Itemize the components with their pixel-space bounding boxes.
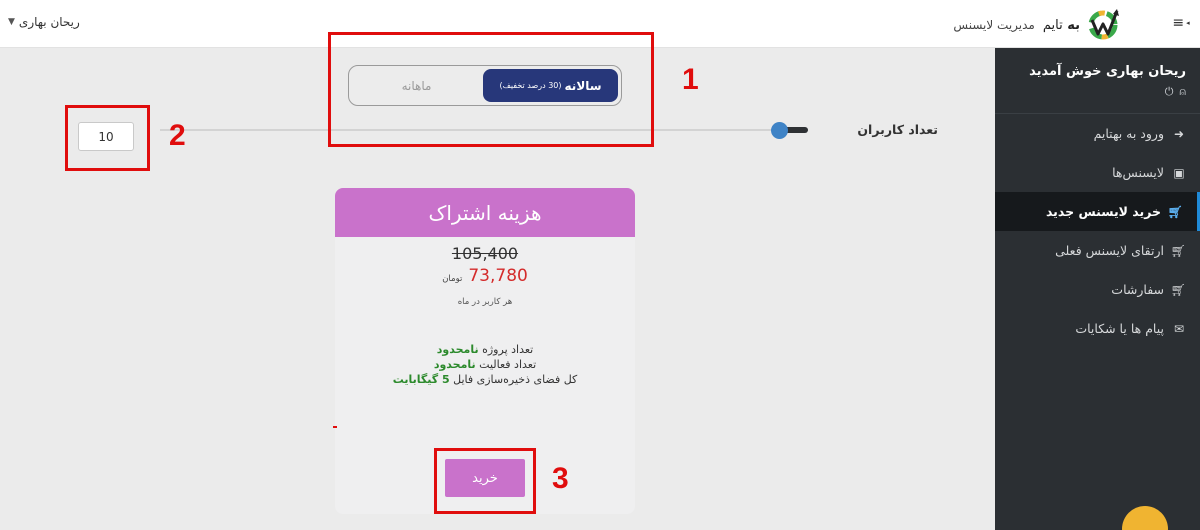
feature-list: تعداد پروژه نامحدود تعداد فعالیت نامحدود… <box>335 342 635 387</box>
user-menu-dropdown[interactable]: ریحان بهاری ▼ <box>8 15 80 29</box>
sidebar-item-messages-complaints[interactable]: ✉ پیام ها یا شکایات <box>995 309 1200 348</box>
annotation-number-2: 2 <box>169 119 186 152</box>
feature-value: نامحدود <box>433 358 476 371</box>
sidebar-toggle-button[interactable]: ≡ ◂ <box>1170 13 1192 33</box>
sidebar-nav: ➜ ورود به بهتایم ▣ لایسنس‌ها 🛒︎ خرید لای… <box>995 114 1200 348</box>
red-mark <box>333 426 337 428</box>
annotation-box-2 <box>65 105 150 171</box>
welcome-message: ریحان بهاری خوش آمدید <box>1029 64 1186 79</box>
sidebar-item-upgrade-license[interactable]: 🛒︎ ارتقای لایسنس فعلی <box>995 231 1200 270</box>
users-slider-thumb[interactable] <box>771 122 788 139</box>
sidebar-item-label: سفارشات <box>1111 282 1164 297</box>
feature-text: کل فضای ذخیره‌سازی فایل <box>453 373 578 386</box>
chat-support-bubble[interactable] <box>1122 506 1168 530</box>
user-profile-icon[interactable]: ⍝ <box>1179 85 1186 99</box>
id-card-icon: ▣ <box>1173 165 1185 180</box>
sign-in-icon: ➜ <box>1173 126 1185 141</box>
feature-text: تعداد پروژه <box>482 343 534 356</box>
sidebar-item-label: لایسنس‌ها <box>1112 165 1164 180</box>
sidebar-item-orders[interactable]: 🛒︎ سفارشات <box>995 270 1200 309</box>
brand-name-bold: به <box>1067 17 1080 33</box>
new-price: 73,780 <box>468 266 528 286</box>
caret-down-icon: ▼ <box>8 17 15 27</box>
feature-value: 5 گیگابایت <box>392 373 450 386</box>
menu-icon: ≡ <box>1172 15 1185 31</box>
feature-item: کل فضای ذخیره‌سازی فایل 5 گیگابایت <box>335 372 635 387</box>
sidebar-item-label: ارتقای لایسنس فعلی <box>1055 243 1164 258</box>
per-user-note: هر کاربر در ماه <box>457 297 513 307</box>
sidebar-item-licenses[interactable]: ▣ لایسنس‌ها <box>995 153 1200 192</box>
brand-name-rest: تایم <box>1042 17 1063 33</box>
brand-logo-link[interactable]: به تایم مدیریت لایسنس <box>953 8 1120 42</box>
power-icon[interactable]: ⏻ <box>1165 85 1174 99</box>
feature-item: تعداد پروژه نامحدود <box>335 342 635 357</box>
sidebar-item-label: ورود به بهتایم <box>1093 126 1164 141</box>
sidebar: ریحان بهاری خوش آمدید ⍝ ⏻ ➜ ورود به بهتا… <box>995 48 1200 530</box>
caret-left-icon: ◂ <box>1186 19 1190 27</box>
currency-label: تومان <box>442 274 463 284</box>
annotation-number-1: 1 <box>682 63 699 96</box>
cart-up-icon: 🛒︎ <box>1170 243 1186 258</box>
cart-icon: 🛒︎ <box>1170 282 1186 297</box>
feature-text: تعداد فعالیت <box>479 358 537 371</box>
brand-subtitle: مدیریت لایسنس <box>953 18 1035 32</box>
behtime-logo-icon <box>1088 9 1119 40</box>
feature-value: نامحدود <box>436 343 479 356</box>
feature-item: تعداد فعالیت نامحدود <box>335 357 635 372</box>
annotation-box-3 <box>434 448 536 514</box>
users-count-label: تعداد کاربران <box>857 122 938 137</box>
annotation-number-3: 3 <box>552 462 569 495</box>
sidebar-item-label: خرید لایسنس جدید <box>1045 204 1161 219</box>
brand-name: به تایم <box>1043 18 1080 33</box>
sidebar-item-buy-new-license[interactable]: 🛒︎ خرید لایسنس جدید <box>995 192 1200 231</box>
card-title: هزینه اشتراک <box>335 188 635 237</box>
new-price-row: 73,780 تومان <box>335 266 635 286</box>
old-price: 105,400 <box>451 244 519 263</box>
sidebar-item-label: پیام ها یا شکایات <box>1075 321 1164 336</box>
envelope-icon: ✉ <box>1173 321 1185 336</box>
welcome-actions: ⍝ ⏻ <box>995 79 1200 114</box>
annotation-box-1 <box>328 32 654 147</box>
user-menu-label: ریحان بهاری <box>18 15 80 29</box>
sidebar-item-login-behtime[interactable]: ➜ ورود به بهتایم <box>995 114 1200 153</box>
cart-icon: 🛒︎ <box>1167 204 1183 219</box>
